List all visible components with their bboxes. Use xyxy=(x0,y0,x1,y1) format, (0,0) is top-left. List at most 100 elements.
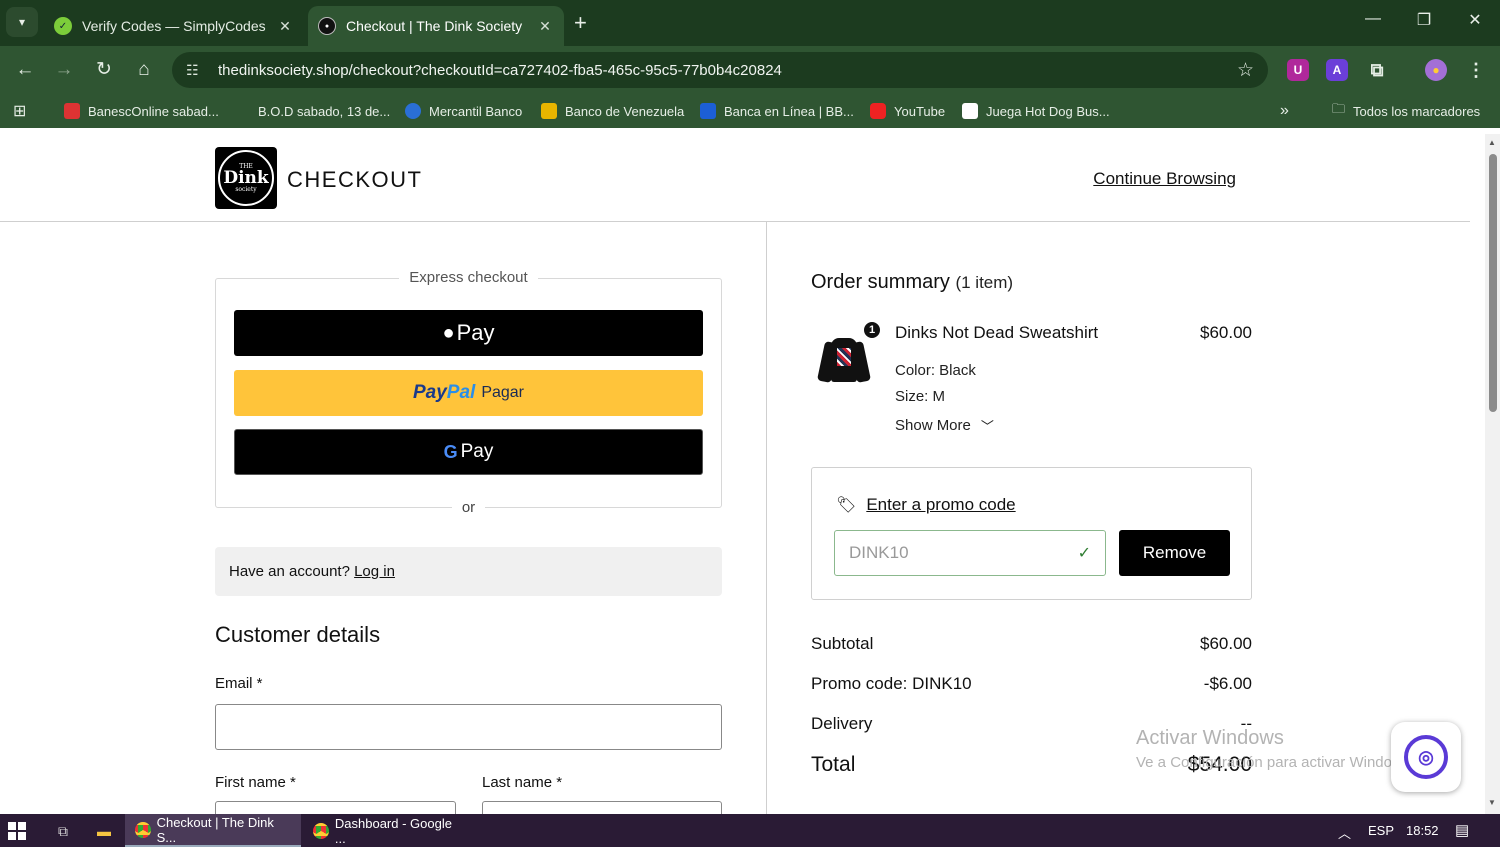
last-name-field[interactable] xyxy=(482,801,722,814)
chat-widget-button[interactable]: ◎ xyxy=(1391,722,1461,792)
scroll-up-icon[interactable]: ▲ xyxy=(1488,138,1496,147)
windows-taskbar: ⧉ ▬ Checkout | The Dink S... Dashboard -… xyxy=(0,814,1500,847)
paypal-button[interactable]: PayPal Pagar xyxy=(234,370,703,416)
chevron-down-icon: ▾ xyxy=(18,15,26,29)
youtube-icon xyxy=(870,103,886,119)
taskbar-item-checkout[interactable]: Checkout | The Dink S... xyxy=(125,814,301,847)
file-explorer-icon[interactable]: ▬ xyxy=(93,820,115,842)
profile-avatar-icon[interactable]: ● xyxy=(1425,59,1447,81)
tab-search-button[interactable]: ▾ xyxy=(6,7,38,37)
promo-code-input[interactable]: DINK10 ✓ xyxy=(834,530,1106,576)
account-prompt: Have an account? xyxy=(229,563,350,580)
bookmark-star-icon[interactable]: ☆ xyxy=(1237,59,1254,82)
site-info-icon[interactable]: ☷ xyxy=(186,62,206,79)
paypal-logo-icon: PayPal xyxy=(412,382,476,403)
first-name-field[interactable] xyxy=(215,801,456,814)
google-pay-button[interactable]: G Pay xyxy=(234,429,703,475)
bookmark-label: Mercantil Banco xyxy=(429,103,523,119)
product-size: Size: M xyxy=(895,388,946,405)
bookmark-bod[interactable]: B.O.D sabado, 13 de... xyxy=(258,101,390,121)
url-text: thedinksociety.shop/checkout?checkoutId=… xyxy=(218,61,782,79)
restore-icon[interactable]: ❐ xyxy=(1409,10,1439,30)
bookmark-label: Todos los marcadores xyxy=(1353,103,1481,119)
tray-chevron-up-icon[interactable]: ︿ xyxy=(1338,823,1351,842)
remove-promo-button[interactable]: Remove xyxy=(1119,530,1230,576)
scroll-down-icon[interactable]: ▼ xyxy=(1488,798,1496,807)
minimize-icon[interactable]: — xyxy=(1358,10,1388,28)
subtotal-row: Subtotal $60.00 xyxy=(811,634,1252,653)
forward-icon[interactable]: → xyxy=(52,58,76,82)
bookmark-bbva[interactable]: Banca en Línea | BB... xyxy=(700,101,854,121)
ublock-extension-icon[interactable]: U xyxy=(1287,59,1309,81)
scrollbar-thumb[interactable] xyxy=(1489,154,1497,412)
bookmark-label: YouTube xyxy=(894,103,946,119)
input-language[interactable]: ESP xyxy=(1368,823,1394,838)
first-name-label: First name * xyxy=(215,774,296,791)
browser-menu-icon[interactable]: ⋮ xyxy=(1465,59,1487,81)
extension-a-icon[interactable]: A xyxy=(1326,59,1348,81)
checkout-header: THE Dink society CHECKOUT Continue Brows… xyxy=(0,134,1470,222)
back-icon[interactable]: ← xyxy=(13,58,37,82)
all-bookmarks-folder[interactable]: 🗀 Todos los marcadores xyxy=(1332,101,1480,121)
bookmark-label: Juega Hot Dog Bus... xyxy=(986,103,1110,119)
browser-tab-simplycodes[interactable]: ✓ Verify Codes — SimplyCodes ✕ xyxy=(44,6,304,46)
tag-icon: 🏷 xyxy=(836,497,857,514)
promo-code-box: 🏷 Enter a promo code DINK10 ✓ Remove xyxy=(811,467,1252,600)
tab-title: Verify Codes — SimplyCodes xyxy=(82,18,266,34)
tab-title: Checkout | The Dink Society xyxy=(346,18,523,34)
bookmark-banesco[interactable]: BanescOnline sabad... xyxy=(64,101,219,121)
home-icon[interactable]: ⌂ xyxy=(132,58,156,82)
bookmark-banco-venezuela[interactable]: Banco de Venezuela xyxy=(541,101,684,121)
bookmark-label: Banco de Venezuela xyxy=(565,103,685,119)
express-checkout-box: Express checkout ● Pay PayPal Pagar G Pa… xyxy=(215,269,722,516)
clock[interactable]: 18:52 xyxy=(1406,823,1439,838)
express-checkout-label: Express checkout xyxy=(399,269,538,286)
dink-society-logo[interactable]: THE Dink society xyxy=(215,147,277,209)
windows-start-icon[interactable] xyxy=(8,822,26,840)
windows-activation-watermark: Activar Windows Ve a Configuración para … xyxy=(1136,727,1415,771)
last-name-label: Last name * xyxy=(482,774,563,791)
enter-promo-code-link[interactable]: 🏷 Enter a promo code xyxy=(836,495,1016,515)
window-close-icon[interactable]: ✕ xyxy=(1460,10,1490,30)
continue-browsing-link[interactable]: Continue Browsing xyxy=(1093,169,1236,189)
notifications-icon[interactable]: ▤ xyxy=(1455,821,1469,839)
bookmarks-bar: ⊞ BanescOnline sabad... B.O.D sabado, 13… xyxy=(0,94,1500,128)
more-bookmarks-icon[interactable]: » xyxy=(1280,101,1289,121)
extensions-puzzle-icon[interactable]: ⧉ xyxy=(1366,59,1388,81)
page-scrollbar[interactable]: ▲ ▼ xyxy=(1485,134,1500,814)
bookmark-label: Banca en Línea | BB... xyxy=(724,103,854,119)
address-bar[interactable]: ☷ thedinksociety.shop/checkout?checkoutI… xyxy=(172,52,1268,88)
taskbar-item-dashboard[interactable]: Dashboard - Google ... xyxy=(303,814,475,847)
bbva-icon xyxy=(700,103,716,119)
email-label: Email * xyxy=(215,675,263,692)
sweatshirt-image xyxy=(816,334,872,384)
log-in-link[interactable]: Log in xyxy=(354,563,395,580)
bookmark-youtube[interactable]: YouTube xyxy=(870,101,945,121)
chevron-down-icon: ﹀ xyxy=(980,419,994,434)
folder-icon: 🗀 xyxy=(1332,101,1346,116)
banco-venezuela-icon xyxy=(541,103,557,119)
simplycodes-favicon-icon: ✓ xyxy=(54,17,72,35)
bookmark-mercantil[interactable]: Mercantil Banco xyxy=(405,101,522,121)
dink-society-favicon-icon: ● xyxy=(318,17,336,35)
browser-tab-checkout[interactable]: ● Checkout | The Dink Society ✕ xyxy=(308,6,564,46)
email-field[interactable] xyxy=(215,704,722,750)
bookmark-hot-dog-bush[interactable]: Juega Hot Dog Bus... xyxy=(962,101,1110,121)
close-icon[interactable]: ✕ xyxy=(276,18,294,35)
google-g-icon: G xyxy=(443,441,458,462)
item-count: (1 item) xyxy=(955,273,1014,292)
task-view-icon[interactable]: ⧉ xyxy=(52,820,74,842)
bookmark-label: B.O.D sabado, 13 de... xyxy=(258,103,391,119)
browser-toolbar: ← → ↻ ⌂ ☷ thedinksociety.shop/checkout?c… xyxy=(0,46,1500,94)
customer-details-title: Customer details xyxy=(215,622,381,647)
apps-grid-icon[interactable]: ⊞ xyxy=(13,101,26,121)
reload-icon[interactable]: ↻ xyxy=(92,58,116,82)
apple-pay-button[interactable]: ● Pay xyxy=(234,310,703,356)
show-more-button[interactable]: Show More ﹀ xyxy=(895,416,994,435)
order-summary-title: Order summary (1 item) xyxy=(811,271,1014,293)
close-icon[interactable]: ✕ xyxy=(536,18,554,35)
or-separator: or xyxy=(451,499,486,516)
page-title: CHECKOUT xyxy=(287,167,423,192)
product-color: Color: Black xyxy=(895,362,976,379)
new-tab-icon[interactable]: + xyxy=(574,10,587,36)
